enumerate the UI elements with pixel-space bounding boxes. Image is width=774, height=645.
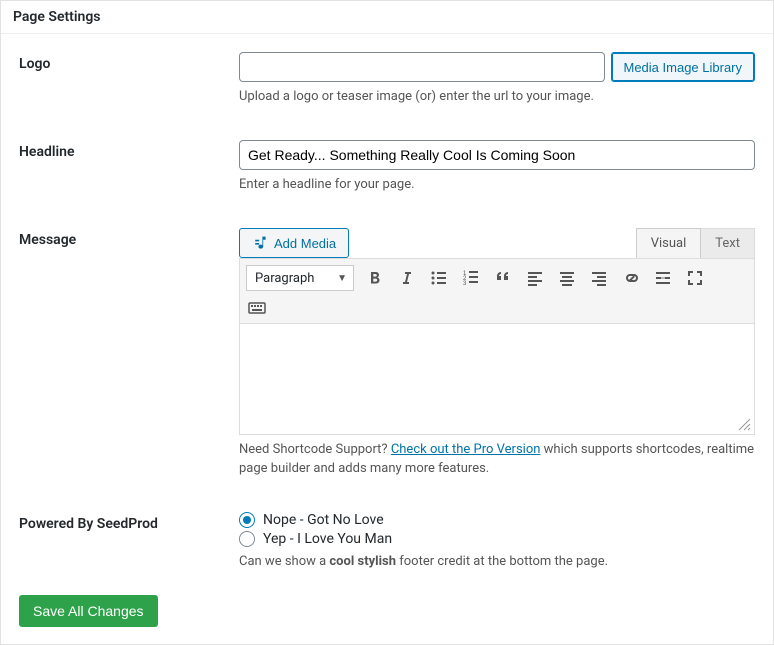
add-media-button[interactable]: Add Media: [239, 228, 349, 258]
format-select-label: Paragraph: [255, 271, 314, 286]
message-desc-prefix: Need Shortcode Support?: [239, 442, 391, 457]
tab-text[interactable]: Text: [701, 228, 755, 258]
editor-toolbar: Paragraph ▼ 123: [239, 258, 755, 324]
field-logo: Logo Media Image Library Upload a logo o…: [19, 52, 755, 106]
music-note-icon: [252, 235, 268, 251]
powered-desc-bold: cool stylish: [329, 554, 396, 569]
fullscreen-button[interactable]: [684, 267, 706, 289]
radio-label: Yep - I Love You Man: [263, 531, 392, 547]
field-headline: Headline Enter a headline for your page.: [19, 140, 755, 194]
headline-input[interactable]: [239, 140, 755, 170]
bullet-list-button[interactable]: [428, 267, 450, 289]
logo-url-input[interactable]: [239, 52, 605, 82]
label-headline: Headline: [19, 140, 239, 160]
add-media-label: Add Media: [274, 236, 336, 251]
powered-desc-suffix: footer credit at the bottom the page.: [396, 554, 608, 569]
bold-button[interactable]: [364, 267, 386, 289]
svg-text:3: 3: [463, 281, 467, 287]
link-button[interactable]: [620, 267, 642, 289]
editor-tabs: Visual Text: [636, 228, 755, 258]
read-more-button[interactable]: [652, 267, 674, 289]
label-powered-by: Powered By SeedProd: [19, 512, 239, 532]
align-center-button[interactable]: [556, 267, 578, 289]
label-logo: Logo: [19, 52, 239, 72]
panel-title: Page Settings: [13, 9, 761, 25]
radio-icon: [239, 531, 255, 547]
blockquote-button[interactable]: [492, 267, 514, 289]
format-select[interactable]: Paragraph ▼: [246, 265, 354, 291]
headline-desc: Enter a headline for your page.: [239, 176, 755, 194]
tab-visual[interactable]: Visual: [636, 228, 702, 258]
radio-label: Nope - Got No Love: [263, 512, 384, 528]
field-message: Message Add Media Visual Text: [19, 228, 755, 477]
panel-header: Page Settings: [1, 1, 773, 34]
save-all-button[interactable]: Save All Changes: [19, 595, 158, 627]
pro-version-link[interactable]: Check out the Pro Version: [391, 442, 541, 457]
radio-icon: [239, 512, 255, 528]
align-left-button[interactable]: [524, 267, 546, 289]
italic-button[interactable]: [396, 267, 418, 289]
radio-nope[interactable]: Nope - Got No Love: [239, 512, 755, 528]
logo-desc: Upload a logo or teaser image (or) enter…: [239, 88, 755, 106]
message-editor[interactable]: [240, 324, 754, 434]
label-message: Message: [19, 228, 239, 248]
chevron-down-icon: ▼: [337, 273, 347, 284]
numbered-list-button[interactable]: 123: [460, 267, 482, 289]
message-desc: Need Shortcode Support? Check out the Pr…: [239, 441, 755, 477]
radio-yep[interactable]: Yep - I Love You Man: [239, 531, 755, 547]
media-library-button[interactable]: Media Image Library: [611, 52, 756, 82]
page-settings-panel: Page Settings Logo Media Image Library U…: [0, 0, 774, 645]
powered-desc: Can we show a cool stylish footer credit…: [239, 553, 755, 571]
field-powered-by: Powered By SeedProd Nope - Got No Love Y…: [19, 512, 755, 571]
keyboard-toggle-button[interactable]: [246, 297, 268, 319]
powered-desc-prefix: Can we show a: [239, 554, 329, 569]
align-right-button[interactable]: [588, 267, 610, 289]
